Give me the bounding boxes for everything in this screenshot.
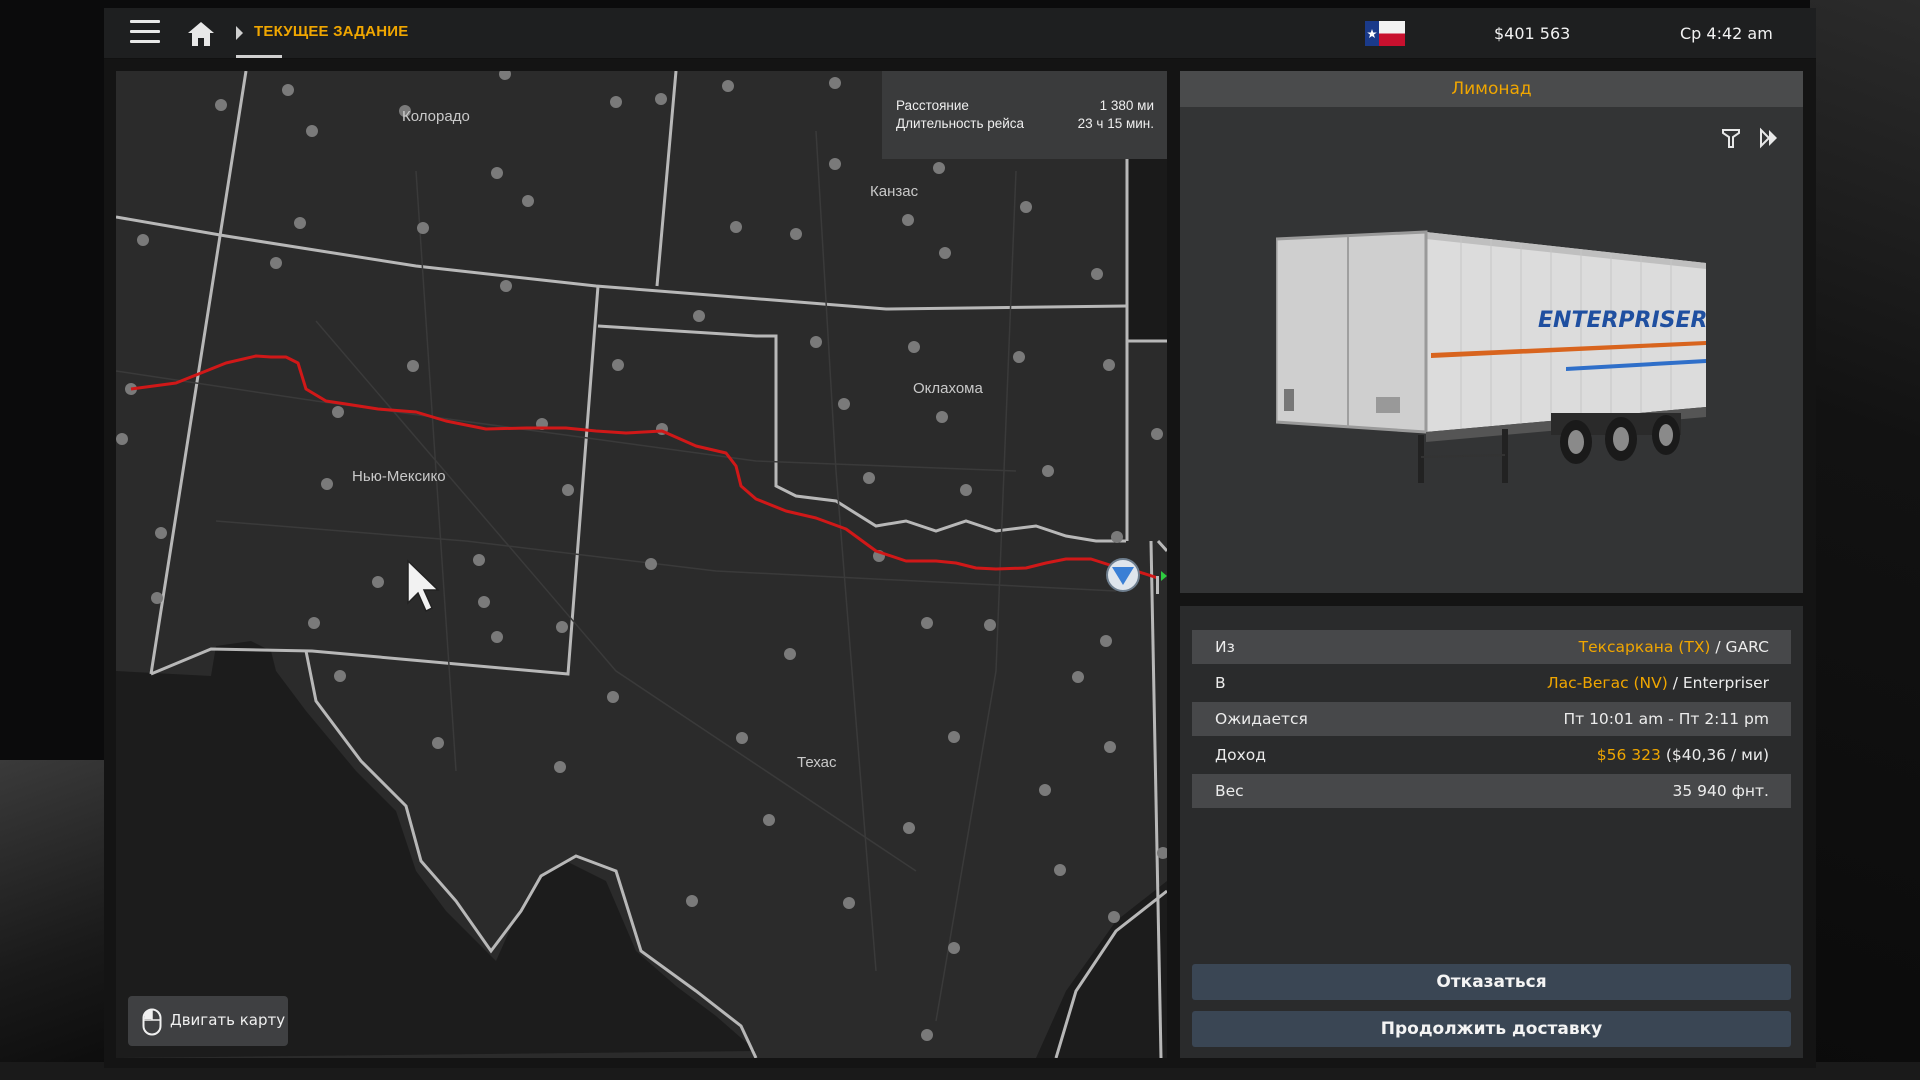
distance-label: Расстояние <box>896 98 969 113</box>
breadcrumb-current-job[interactable]: ТЕКУЩЕЕ ЗАДАНИЕ <box>254 23 408 40</box>
continue-delivery-button[interactable]: Продолжить доставку <box>1192 1011 1791 1047</box>
breadcrumb-arrow-icon <box>236 26 243 40</box>
to-label: В <box>1215 674 1226 692</box>
income-value: $56 323 ($40,36 / ми) <box>1597 746 1769 764</box>
expected-value: Пт 10:01 am - Пт 2:11 pm <box>1563 710 1769 728</box>
move-map-label: Двигать карту <box>170 1011 286 1029</box>
detail-row-expected: Ожидается Пт 10:01 am - Пт 2:11 pm <box>1192 702 1791 736</box>
map-label-texas: Техас <box>797 754 837 771</box>
duration-label: Длительность рейса <box>896 116 1025 131</box>
skip-forward-icon[interactable] <box>1758 127 1780 149</box>
job-details-panel: Из Тексаркана (TX) / GARC В Лас-Вегас (N… <box>1180 606 1803 1058</box>
cargo-filter-icon[interactable] <box>1720 127 1742 149</box>
to-value: Лас-Вегас (NV) / Enterpriser <box>1547 674 1769 692</box>
expected-label: Ожидается <box>1215 710 1308 728</box>
detail-row-income: Доход $56 323 ($40,36 / ми) <box>1192 738 1791 772</box>
map-label-new-mexico: Нью-Мексико <box>352 468 446 485</box>
from-company: / GARC <box>1710 638 1769 656</box>
trailer-logo: ENTERPRISER <box>1538 308 1707 333</box>
from-city: Тексаркана (TX) <box>1578 638 1711 656</box>
duration-value: 23 ч 15 мин. <box>1077 116 1154 131</box>
detail-row-from: Из Тексаркана (TX) / GARC <box>1192 630 1791 664</box>
hamburger-menu-icon[interactable] <box>130 20 160 46</box>
trailer-image: ENTERPRISER <box>1274 217 1716 497</box>
from-value: Тексаркана (TX) / GARC <box>1579 638 1769 656</box>
from-label: Из <box>1215 638 1235 656</box>
duration-row: Длительность рейса 23 ч 15 мин. <box>896 116 1154 131</box>
weight-label: Вес <box>1215 782 1244 800</box>
to-company: / Enterpriser <box>1667 674 1769 692</box>
cargo-panel: Лимонад ENTERPRISER <box>1180 71 1803 593</box>
distance-value: 1 380 ми <box>1099 98 1154 113</box>
income-label: Доход <box>1215 746 1266 764</box>
cargo-title: Лимонад <box>1180 71 1803 107</box>
income-rate: ($40,36 / ми) <box>1660 746 1769 764</box>
top-bar: ТЕКУЩЕЕ ЗАДАНИЕ $401 563 Ср 4:42 am <box>104 8 1816 59</box>
background-truck-right <box>1810 0 1920 1080</box>
game-clock: Ср 4:42 am <box>1680 24 1773 43</box>
map-canvas <box>116 71 1167 1058</box>
money-balance: $401 563 <box>1494 24 1571 43</box>
route-info-box: Расстояние 1 380 ми Длительность рейса 2… <box>882 71 1167 159</box>
decline-button[interactable]: Отказаться <box>1192 964 1791 1000</box>
move-map-button[interactable]: Двигать карту <box>128 996 288 1046</box>
background-truck-left <box>0 760 110 1080</box>
income-amount: $56 323 <box>1596 746 1661 764</box>
texas-flag-icon[interactable] <box>1365 21 1405 46</box>
map-label-oklahoma: Оклахома <box>913 380 983 397</box>
home-icon[interactable] <box>186 20 216 48</box>
distance-row: Расстояние 1 380 ми <box>896 98 1154 113</box>
to-city: Лас-Вегас (NV) <box>1546 674 1668 692</box>
map-label-kansas: Канзас <box>870 183 919 200</box>
weight-value: 35 940 фнт. <box>1672 782 1769 800</box>
map-label-colorado: Колорадо <box>402 108 470 125</box>
detail-row-to: В Лас-Вегас (NV) / Enterpriser <box>1192 666 1791 700</box>
detail-row-weight: Вес 35 940 фнт. <box>1192 774 1791 808</box>
mouse-icon <box>142 1008 162 1036</box>
route-map[interactable]: Колорадо Канзас Оклахома Нью-Мексико Тех… <box>116 71 1167 1058</box>
active-tab-indicator <box>236 55 282 58</box>
